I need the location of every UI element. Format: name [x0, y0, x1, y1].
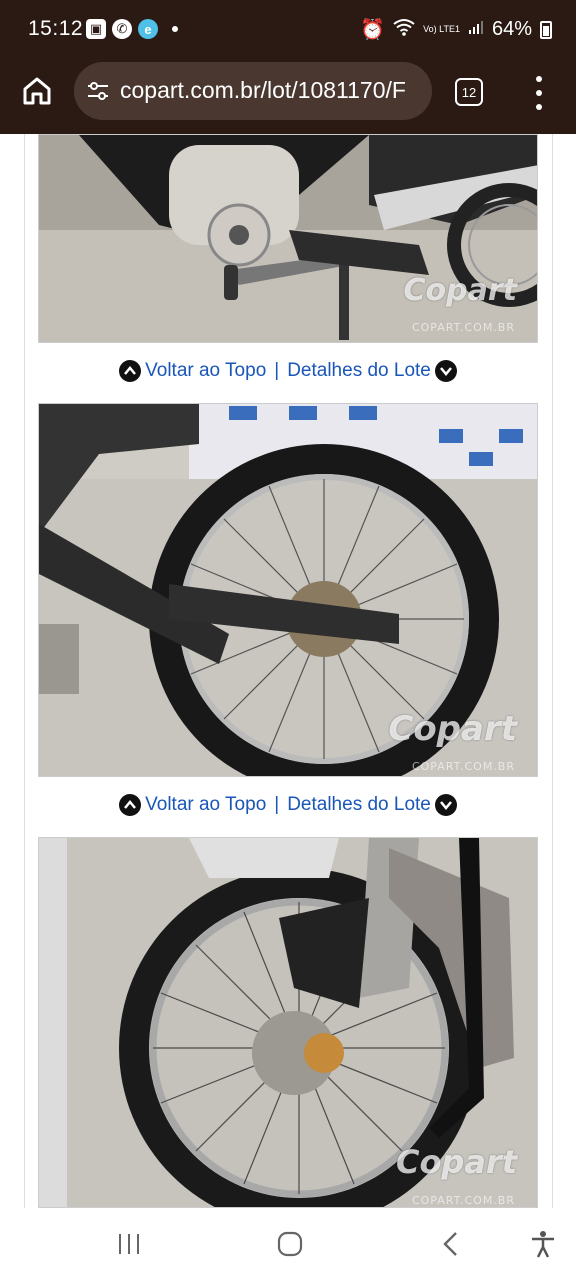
content-border-left: [24, 134, 25, 1208]
system-nav-bar: [0, 1208, 576, 1280]
gallery-icon: ▣: [86, 19, 106, 39]
lot-photo-front-wheel[interactable]: Copart COPART.COM.BR: [38, 837, 538, 1208]
system-status: ⏰ Vo) LTE1 64%: [360, 17, 552, 42]
volte-label: Vo) LTE1: [423, 24, 460, 34]
address-bar[interactable]: copart.com.br/lot/1081170/F: [74, 62, 432, 120]
nav-separator: |: [274, 360, 280, 381]
status-time: 15:12: [28, 17, 84, 40]
home-nav-icon[interactable]: [274, 1228, 306, 1260]
lot-details-link[interactable]: Detalhes do Lote: [287, 360, 431, 382]
copart-watermark: Copart: [403, 273, 517, 308]
tune-icon[interactable]: [86, 79, 110, 103]
battery-percent: 64%: [491, 18, 532, 40]
chevron-down-icon[interactable]: [434, 360, 457, 382]
recents-icon[interactable]: [113, 1228, 145, 1260]
more-notifications-icon: [172, 26, 178, 32]
back-to-top-link[interactable]: Voltar ao Topo: [145, 360, 266, 382]
copart-watermark-url: COPART.COM.BR: [411, 1194, 515, 1207]
tabs-icon[interactable]: 12: [455, 78, 483, 106]
lot-photo-engine[interactable]: Copart COPART.COM.BR: [38, 134, 538, 343]
back-to-top-link[interactable]: Voltar ao Topo: [145, 794, 266, 816]
lot-details-link[interactable]: Detalhes do Lote: [287, 794, 431, 816]
browser-top-bar: 15:12 ▣ ✆ e ⏰ Vo) LTE1 64% copart.com.br…: [0, 0, 576, 134]
edge-icon: e: [138, 19, 158, 39]
photo-nav-links: Voltar ao Topo | Detalhes do Lote: [0, 360, 576, 382]
copart-watermark-url: COPART.COM.BR: [411, 321, 515, 334]
copart-watermark: Copart: [395, 1143, 517, 1181]
signal-icon: [468, 18, 484, 41]
whatsapp-icon: ✆: [112, 19, 132, 39]
url-row: copart.com.br/lot/1081170/F 12: [0, 62, 576, 122]
copart-watermark: Copart: [388, 709, 517, 749]
chevron-up-icon[interactable]: [119, 794, 142, 816]
battery-icon: [540, 20, 552, 39]
back-icon[interactable]: [436, 1228, 468, 1260]
lot-photo-rear-wheel[interactable]: Copart COPART.COM.BR: [38, 403, 538, 777]
page-content: Copart COPART.COM.BR Voltar ao Topo | De…: [0, 134, 576, 1208]
photo-nav-links: Voltar ao Topo | Detalhes do Lote: [0, 794, 576, 816]
nav-separator: |: [274, 794, 280, 815]
chevron-up-icon[interactable]: [119, 360, 142, 382]
home-icon[interactable]: [20, 74, 54, 108]
content-border-right: [552, 134, 553, 1208]
chevron-down-icon[interactable]: [434, 794, 457, 816]
alarm-icon: ⏰: [360, 19, 386, 41]
wifi-icon: [393, 18, 415, 42]
url-text[interactable]: copart.com.br/lot/1081170/F: [120, 77, 406, 104]
more-vert-icon[interactable]: [534, 76, 544, 110]
notification-icons: ▣ ✆ e: [86, 19, 178, 39]
copart-watermark-url: COPART.COM.BR: [411, 760, 515, 773]
accessibility-icon[interactable]: [527, 1228, 559, 1260]
status-bar: 15:12 ▣ ✆ e ⏰ Vo) LTE1 64%: [0, 0, 576, 60]
